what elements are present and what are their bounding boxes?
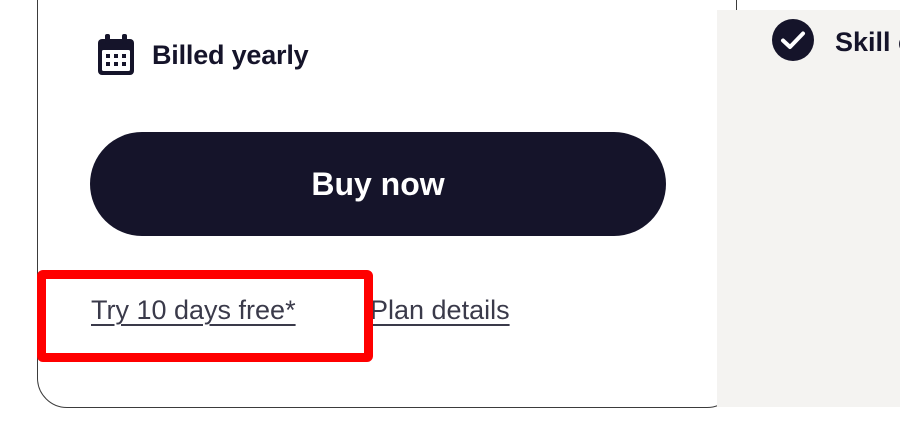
pricing-plan-view: Billed yearly Buy now Try 10 days free* … (0, 0, 900, 438)
plan-details-link[interactable]: Plan details (370, 295, 510, 326)
try-free-link[interactable]: Try 10 days free* (91, 295, 296, 326)
feature-item: Skill certi (771, 18, 900, 66)
buy-now-button[interactable]: Buy now (90, 132, 666, 236)
billing-label: Billed yearly (152, 39, 309, 70)
feature-text: Skill certi (835, 27, 900, 57)
check-circle-icon (772, 19, 814, 61)
features-panel (717, 10, 900, 407)
billing-info: Billed yearly (96, 33, 309, 77)
calendar-icon (98, 34, 134, 75)
